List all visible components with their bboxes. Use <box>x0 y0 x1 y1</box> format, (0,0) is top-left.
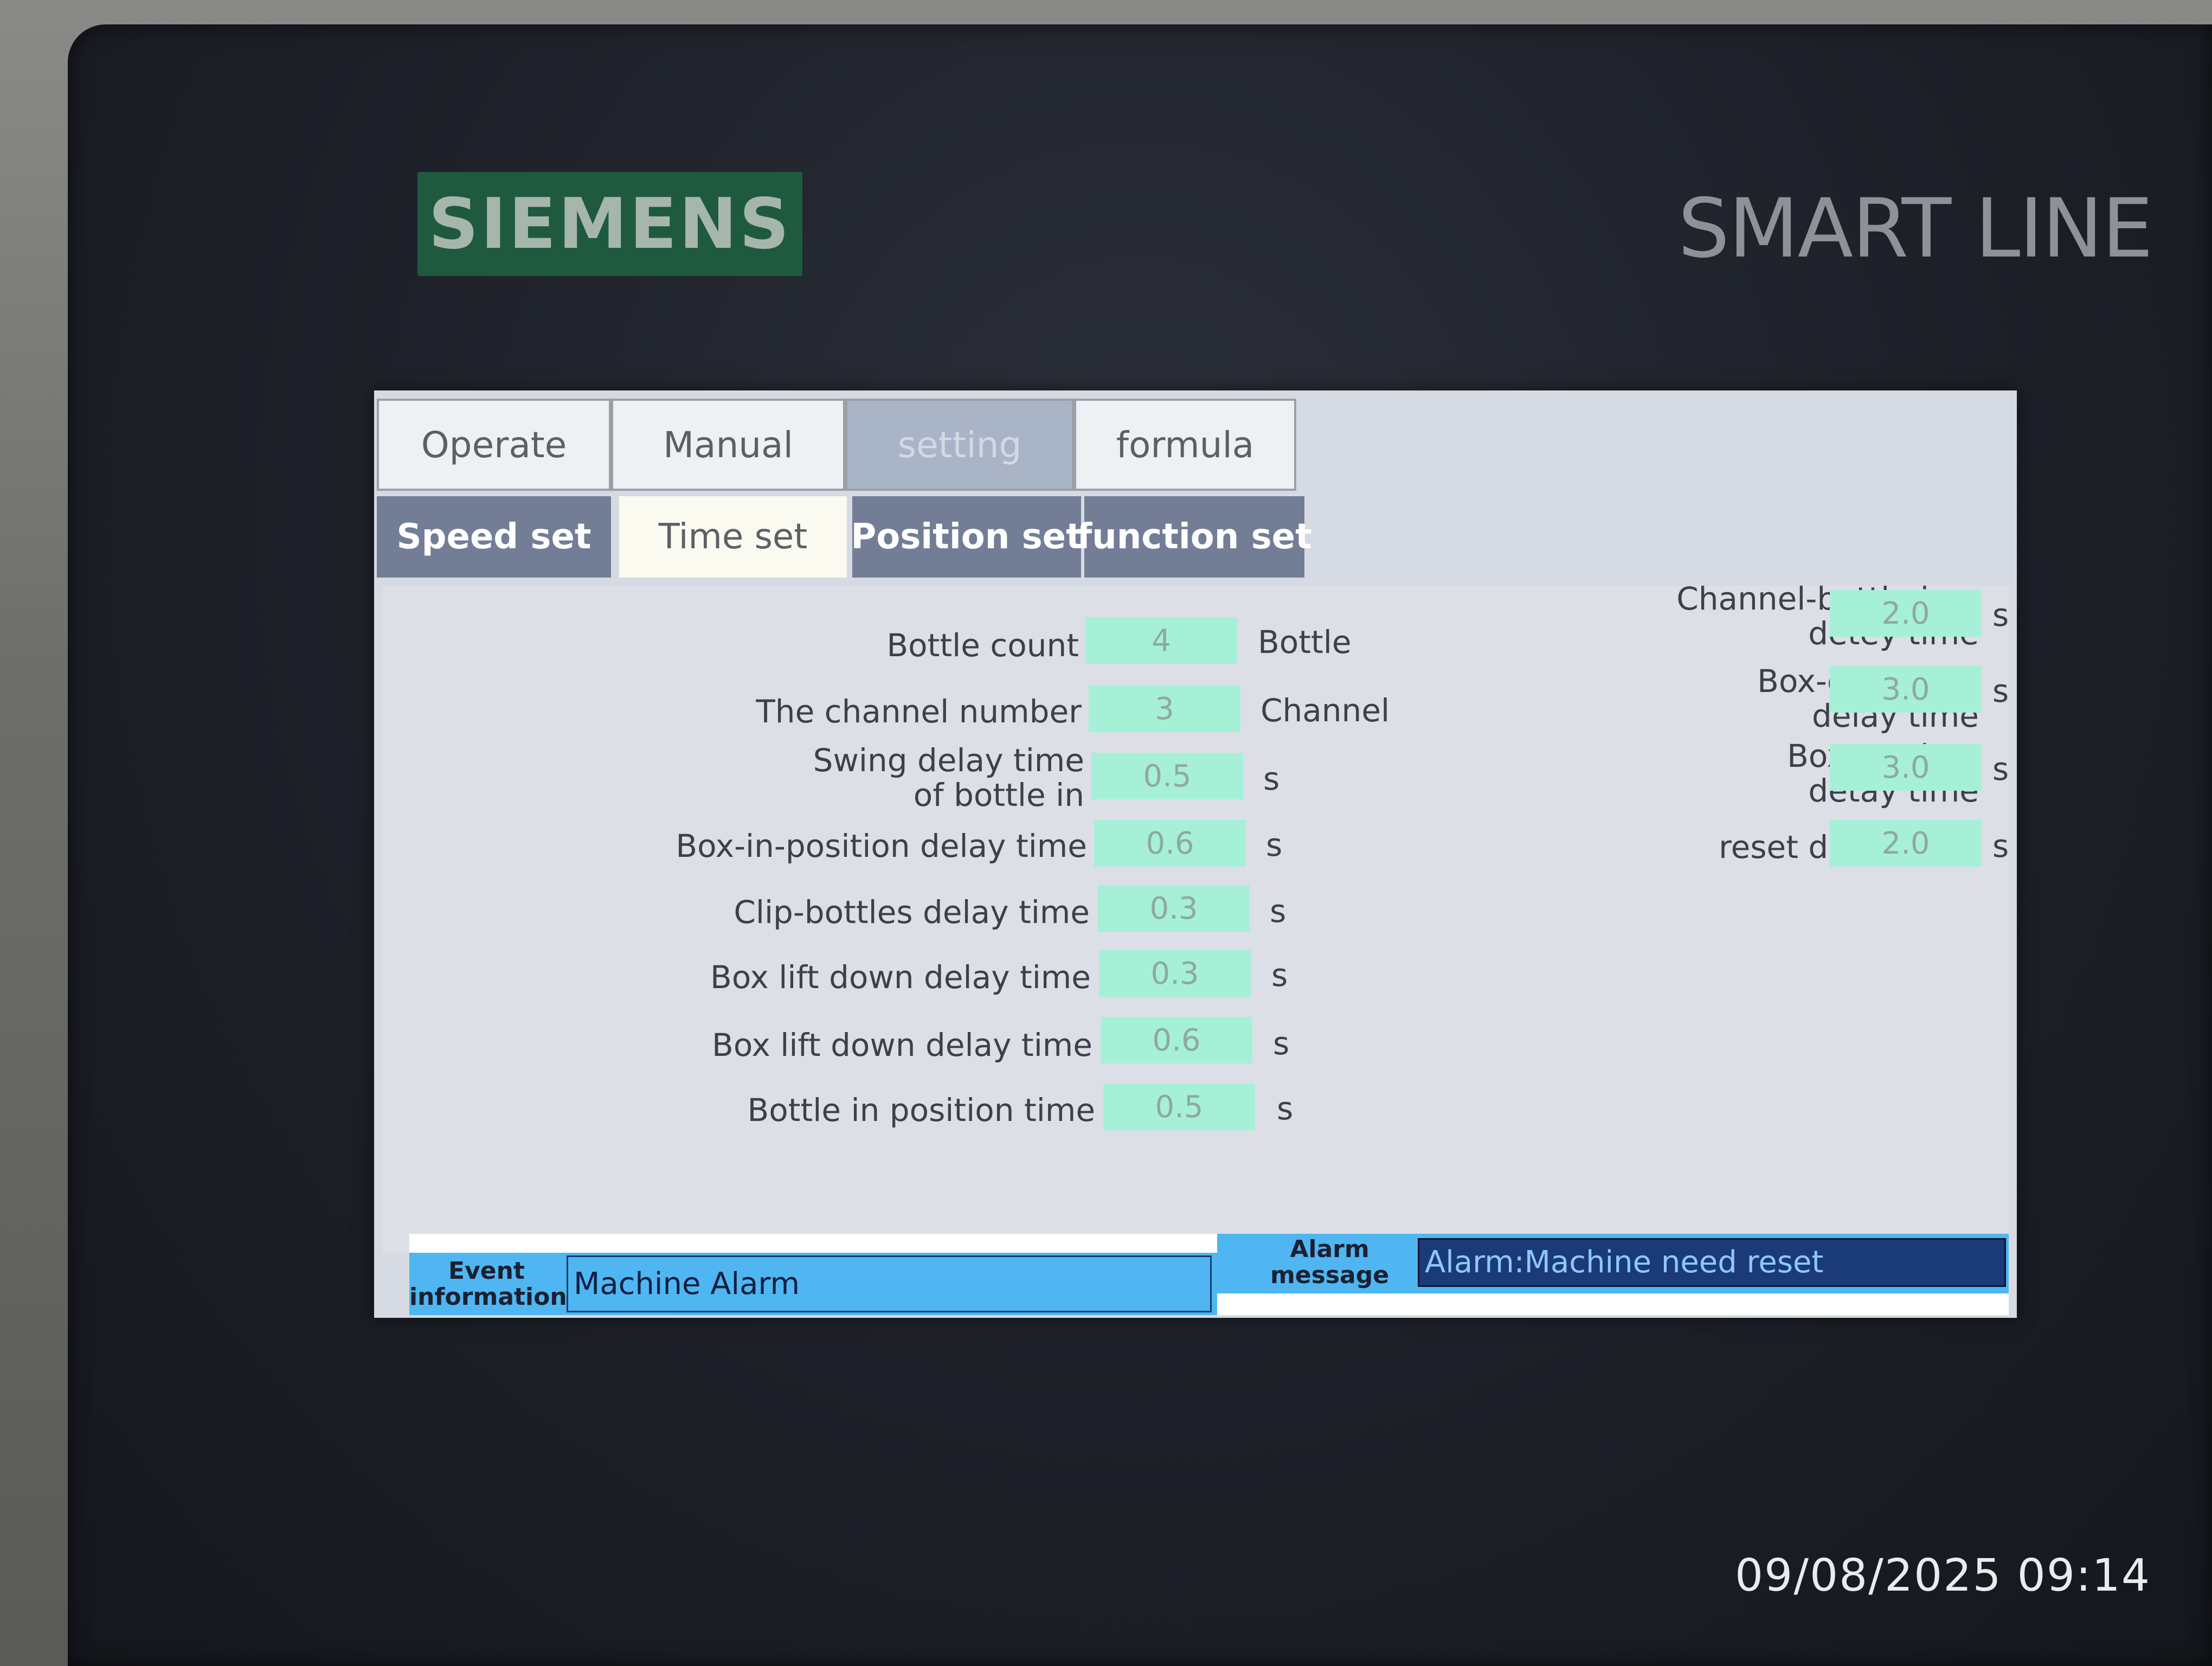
param-unit: s <box>1992 597 2009 633</box>
alarm-message-field[interactable]: Alarm:Machine need reset <box>1418 1238 2006 1287</box>
tab-setting-label: setting <box>897 424 1022 466</box>
brand-name: SIEMENS <box>428 183 792 265</box>
tab-formula-label: formula <box>1116 424 1255 466</box>
tab-operate-label: Operate <box>421 424 567 466</box>
param-unit: s <box>1266 826 1283 863</box>
param-unit: s <box>1263 760 1280 797</box>
event-information-field[interactable]: Machine Alarm <box>567 1255 1212 1312</box>
param-label: Box-in-position delay time <box>676 828 1087 864</box>
tab-manual[interactable]: Manual <box>611 399 845 491</box>
tab-setting[interactable]: setting <box>845 399 1074 491</box>
bottle-in-position-field[interactable]: 0.5 <box>1103 1084 1255 1130</box>
subtab-time-set-label: Time set <box>658 517 808 557</box>
product-line-label: SMART LINE <box>1678 182 2153 276</box>
param-unit: s <box>1992 828 2009 864</box>
reset-delay-field[interactable]: 2.0 <box>1830 820 1982 867</box>
param-label: Bottle in position time <box>747 1092 1095 1129</box>
siemens-logo: SIEMENS <box>417 172 802 276</box>
tab-operate[interactable]: Operate <box>377 399 611 491</box>
subtab-function-set[interactable]: function set <box>1077 496 1312 578</box>
param-label: Swing delay time of bottle in <box>813 742 1084 813</box>
param-unit: s <box>1273 1025 1290 1062</box>
param-unit: s <box>1271 957 1288 994</box>
tab-manual-label: Manual <box>663 424 793 466</box>
channel-number-field[interactable]: 3 <box>1089 685 1240 732</box>
bottle-count-field[interactable]: 4 <box>1085 617 1237 664</box>
subtab-time-set[interactable]: Time set <box>619 496 847 578</box>
subtab-function-set-label: function set <box>1077 517 1312 557</box>
box-lift-down-delay-field-2[interactable]: 0.6 <box>1101 1017 1252 1063</box>
box-in-position-delay-field[interactable]: 0.6 <box>1094 820 1246 867</box>
time-settings-panel: Bottle count 4 Bottle The channel number… <box>382 581 2009 1253</box>
channel-bottle-jam-field[interactable]: 2.0 <box>1830 590 1982 637</box>
status-bar: Event information Machine Alarm Alarm mess… <box>409 1234 2009 1315</box>
param-unit: s <box>1992 751 2009 787</box>
subtab-position-set[interactable]: Position set <box>851 496 1083 578</box>
param-unit: s <box>1277 1090 1294 1127</box>
subtab-speed-set[interactable]: Speed set <box>377 496 611 578</box>
param-label: Bottle count <box>886 627 1079 664</box>
tab-formula[interactable]: formula <box>1074 399 1296 491</box>
box-out-jam-field[interactable]: 3.0 <box>1830 744 1982 791</box>
photo-timestamp: 09/08/2025 09:14 <box>1735 1550 2151 1601</box>
param-label: Box lift down delay time <box>712 1027 1092 1063</box>
event-information-label: Event information <box>409 1257 567 1311</box>
subtab-speed-set-label: Speed set <box>396 517 591 557</box>
param-unit: s <box>1270 893 1287 930</box>
hmi-screen: Operate Manual setting formula Speed set… <box>374 390 2017 1318</box>
box-lift-down-delay-field-1[interactable]: 0.3 <box>1099 950 1251 997</box>
subtab-position-set-label: Position set <box>851 517 1083 557</box>
clip-bottles-delay-field[interactable]: 0.3 <box>1098 885 1250 932</box>
param-label: Box lift down delay time <box>710 959 1091 996</box>
box-enter-jam-field[interactable]: 3.0 <box>1830 666 1982 713</box>
param-label: The channel number <box>756 693 1082 730</box>
param-label: Clip-bottles delay time <box>734 894 1090 931</box>
swing-delay-field[interactable]: 0.5 <box>1091 753 1243 799</box>
param-unit: s <box>1992 672 2009 709</box>
alarm-message-label: Alarm message <box>1270 1235 1390 1289</box>
